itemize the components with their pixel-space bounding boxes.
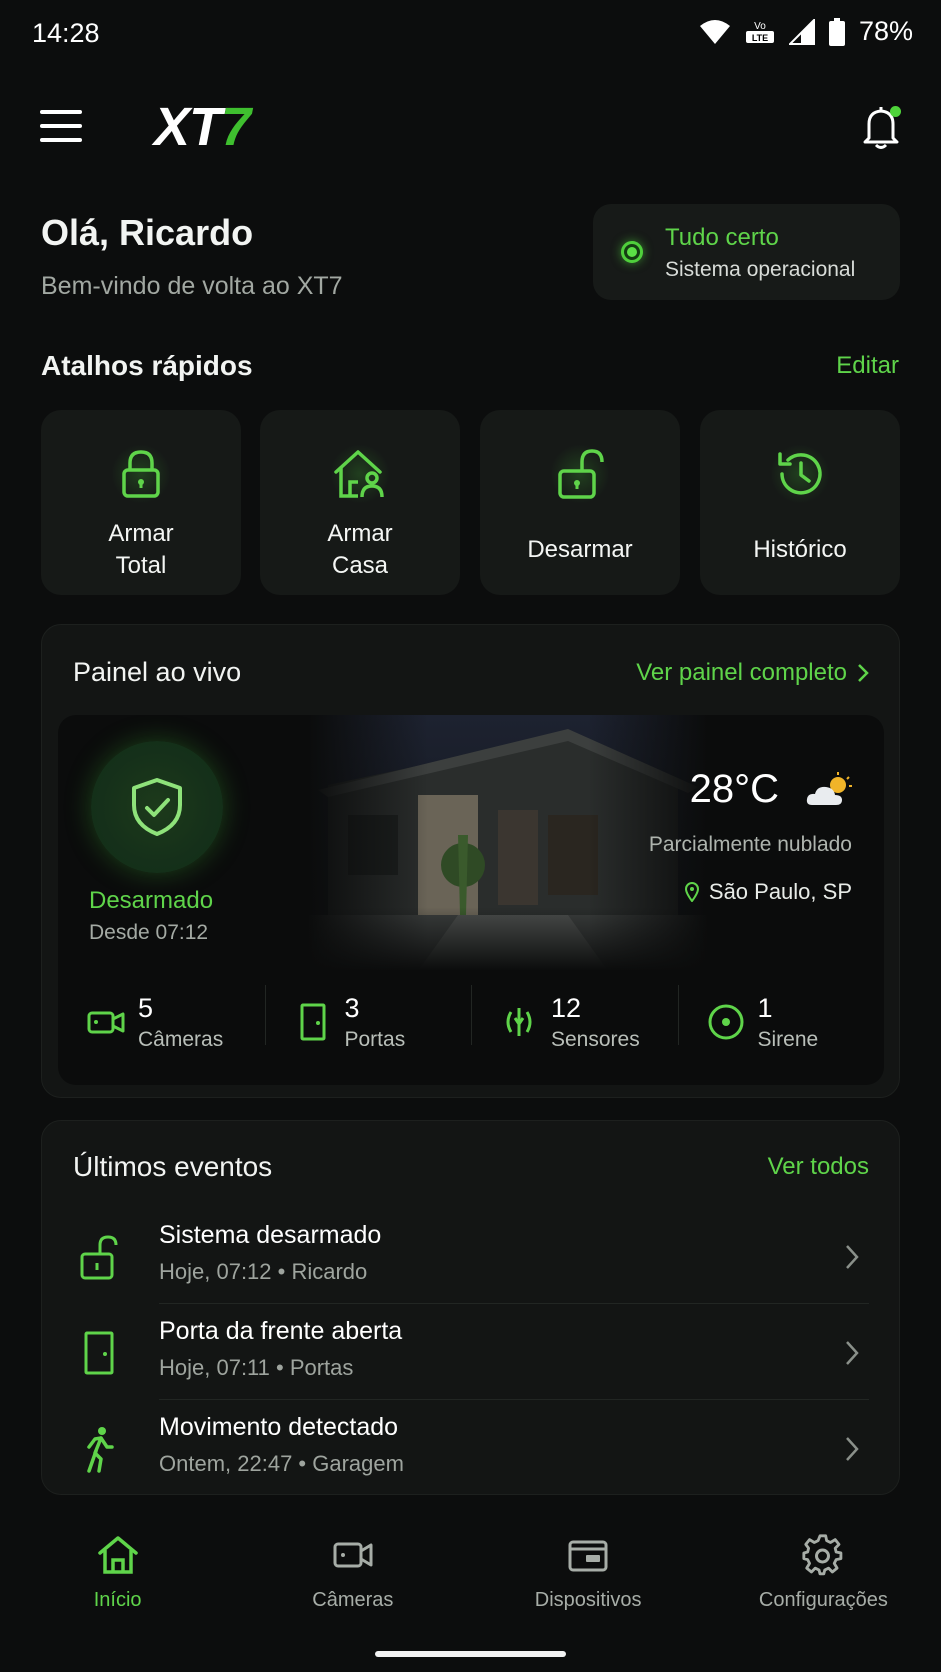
signal-icon (788, 18, 815, 45)
status-subtitle: Sistema operacional (665, 258, 856, 281)
shortcut-label: Histórico (753, 536, 847, 563)
nav-label: Dispositivos (534, 1589, 642, 1611)
nav-cameras[interactable]: Câmeras (235, 1520, 470, 1630)
device-stats: 5 Câmeras 3 Portas 12 Sensores 1 Sirene (58, 977, 884, 1067)
greeting-subtitle: Bem-vindo de volta ao XT7 (41, 272, 343, 300)
stat-cameras[interactable]: 5 Câmeras (58, 977, 265, 1067)
camera-icon (87, 1011, 125, 1034)
event-row[interactable]: Movimento detectado Ontem, 22:47 • Garag… (73, 1401, 870, 1497)
chevron-right-icon (846, 1437, 859, 1461)
stat-value: 5 (138, 993, 154, 1023)
view-all-events-link[interactable]: Ver todos (768, 1153, 869, 1181)
event-subtitle: Hoje, 07:11 • Portas (159, 1355, 354, 1380)
events-title: Últimos eventos (73, 1151, 273, 1182)
weather-description: Parcialmente nublado (648, 833, 852, 856)
stat-label: Sensores (551, 1028, 640, 1051)
stat-value: 12 (551, 993, 582, 1023)
sensor-icon (506, 1008, 532, 1036)
status-icons: Vo LTE 78% (699, 16, 913, 47)
door-icon (84, 1331, 114, 1375)
menu-button[interactable] (40, 110, 82, 142)
event-title: Porta da frente aberta (159, 1317, 403, 1345)
edit-shortcuts-link[interactable]: Editar (836, 352, 899, 380)
temperature: 28°C (689, 767, 779, 811)
notification-dot (890, 106, 901, 117)
nav-label: Câmeras (312, 1589, 394, 1611)
camera-icon (333, 1542, 373, 1568)
shortcuts-title: Atalhos rápidos (41, 350, 253, 381)
svg-text:Vo: Vo (754, 21, 766, 32)
home-person-icon (330, 444, 390, 504)
event-title: Movimento detectado (159, 1413, 399, 1441)
svg-text:LTE: LTE (752, 33, 768, 43)
status-time: 14:28 (32, 18, 100, 48)
stat-label: Sirene (757, 1028, 819, 1051)
lock-icon (111, 444, 171, 504)
volte-icon: VoLTE (745, 21, 774, 43)
shortcut-arm-total[interactable]: Armar Total (41, 410, 241, 595)
event-subtitle: Ontem, 22:47 • Garagem (159, 1451, 404, 1476)
unlock-icon (80, 1235, 118, 1280)
recent-events: Últimos eventos Ver todos Sistema desarm… (41, 1120, 900, 1495)
chevron-right-icon (858, 664, 869, 682)
live-status-card[interactable]: Desarmado Desde 07:12 28°C Parcialmente … (58, 715, 884, 1085)
stat-value: 3 (344, 993, 360, 1023)
event-subtitle: Hoje, 07:12 • Ricardo (159, 1259, 368, 1284)
door-icon (300, 1003, 325, 1041)
stat-label: Câmeras (138, 1028, 224, 1051)
stat-label: Portas (344, 1028, 406, 1051)
shortcut-label: Armar Casa (327, 520, 393, 579)
chevron-right-icon (846, 1245, 859, 1269)
nav-label: Início (93, 1589, 142, 1611)
security-state: Desarmado (89, 887, 214, 914)
event-row[interactable]: Porta da frente aberta Hoje, 07:11 • Por… (73, 1305, 870, 1401)
location-pin-icon (684, 882, 699, 902)
history-icon (770, 444, 830, 504)
system-status-card[interactable]: Tudo certo Sistema operacional (593, 204, 900, 300)
status-dot-icon (621, 241, 643, 263)
shortcut-label: Desarmar (527, 536, 633, 563)
stat-doors[interactable]: 3 Portas (264, 977, 472, 1067)
nav-settings[interactable]: Configurações (706, 1520, 941, 1630)
home-icon (97, 1536, 138, 1574)
bottom-nav: Início Câmeras Dispositivos Configuraçõe… (0, 1520, 941, 1630)
status-title: Tudo certo (665, 224, 779, 251)
divider (159, 1303, 869, 1304)
walking-person-icon (87, 1427, 114, 1473)
unlock-icon (550, 444, 610, 504)
live-panel-title: Painel ao vivo (73, 657, 242, 687)
shortcut-label: Armar Total (108, 520, 174, 579)
event-title: Sistema desarmado (159, 1221, 382, 1249)
shortcut-arm-home[interactable]: Armar Casa (260, 410, 460, 595)
shield-check-icon (132, 778, 182, 836)
stat-value: 1 (757, 993, 773, 1023)
shortcut-history[interactable]: Histórico (700, 410, 900, 595)
event-row[interactable]: Sistema desarmado Hoje, 07:12 • Ricardo (73, 1209, 870, 1305)
security-state-badge (91, 741, 223, 873)
siren-icon (708, 1004, 743, 1040)
nav-devices[interactable]: Dispositivos (471, 1520, 706, 1630)
nav-home[interactable]: Início (0, 1520, 235, 1630)
live-panel: Painel ao vivo Ver painel completo Desar… (41, 624, 900, 1098)
gear-icon (802, 1534, 843, 1576)
divider (159, 1399, 869, 1400)
nav-label: Configurações (758, 1589, 888, 1611)
home-indicator[interactable] (375, 1651, 566, 1657)
view-full-panel-link[interactable]: Ver painel completo (636, 659, 869, 687)
location: São Paulo, SP (684, 879, 852, 905)
app-logo: XT7 (154, 97, 251, 157)
battery-icon (828, 17, 845, 46)
security-state-since: Desde 07:12 (89, 921, 209, 944)
chevron-right-icon (846, 1341, 859, 1365)
partly-cloudy-icon (806, 772, 852, 805)
greeting-title: Olá, Ricardo (41, 212, 254, 253)
devices-icon (568, 1540, 608, 1572)
shortcut-disarm[interactable]: Desarmar (480, 410, 680, 595)
stat-sensors[interactable]: 12 Sensores (471, 977, 678, 1067)
battery-percent: 78% (858, 16, 913, 46)
stat-siren[interactable]: 1 Sirene (677, 977, 885, 1067)
wifi-icon (699, 19, 730, 44)
